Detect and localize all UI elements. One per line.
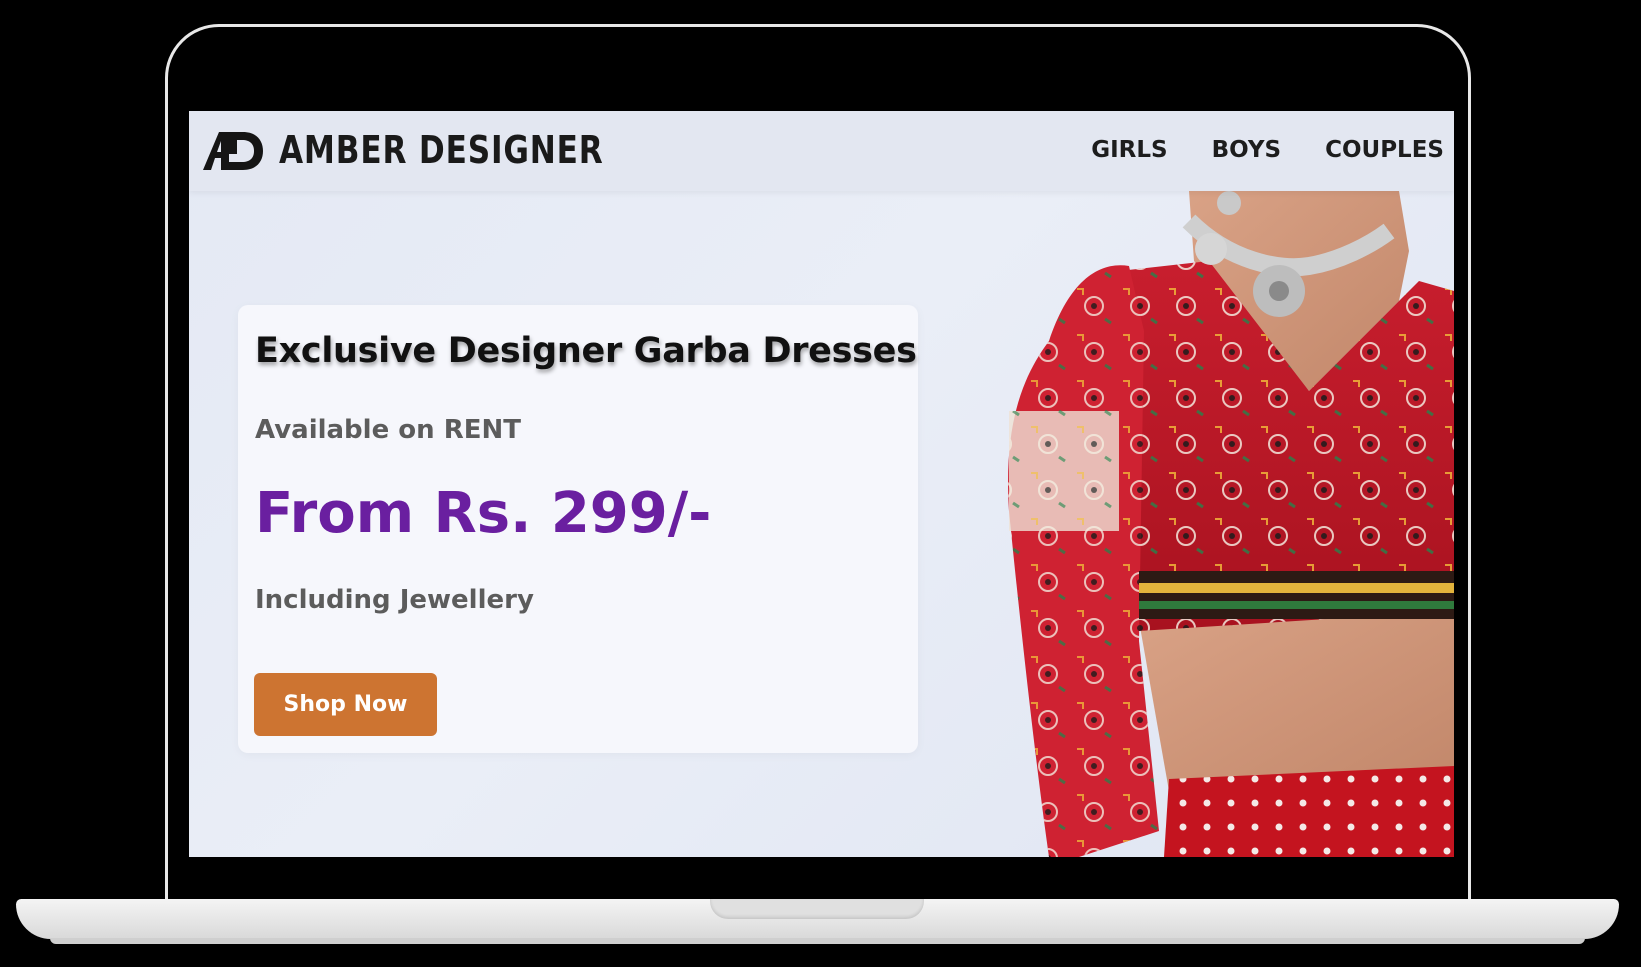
- brand-logo[interactable]: AMBER DESIGNER: [201, 128, 675, 172]
- website-screen: AMBER DESIGNER GIRLS BOYS COUPLES Exclus…: [189, 111, 1454, 857]
- hero-title: Exclusive Designer Garba Dresses: [255, 331, 917, 371]
- nav-item-girls[interactable]: GIRLS: [1091, 135, 1167, 165]
- hero-note: Including Jewellery: [255, 585, 534, 615]
- hero-card: Exclusive Designer Garba Dresses Availab…: [238, 305, 918, 753]
- shop-now-button[interactable]: Shop Now: [254, 673, 437, 736]
- brand-name: AMBER DESIGNER: [279, 128, 604, 172]
- hero-price: From Rs. 299/-: [255, 481, 712, 546]
- model-image: [1008, 191, 1454, 857]
- laptop-mockup: AMBER DESIGNER GIRLS BOYS COUPLES Exclus…: [0, 0, 1641, 967]
- nav-item-boys[interactable]: BOYS: [1212, 135, 1281, 165]
- ad-monogram-logo-icon: [203, 132, 263, 170]
- nav-item-couples[interactable]: COUPLES: [1325, 135, 1444, 165]
- laptop-notch: [710, 899, 924, 919]
- hero-subtitle: Available on RENT: [255, 415, 521, 445]
- laptop-base-shadow: [50, 938, 1585, 944]
- site-header: AMBER DESIGNER GIRLS BOYS COUPLES: [189, 111, 1454, 191]
- main-nav: GIRLS BOYS COUPLES: [1047, 135, 1444, 165]
